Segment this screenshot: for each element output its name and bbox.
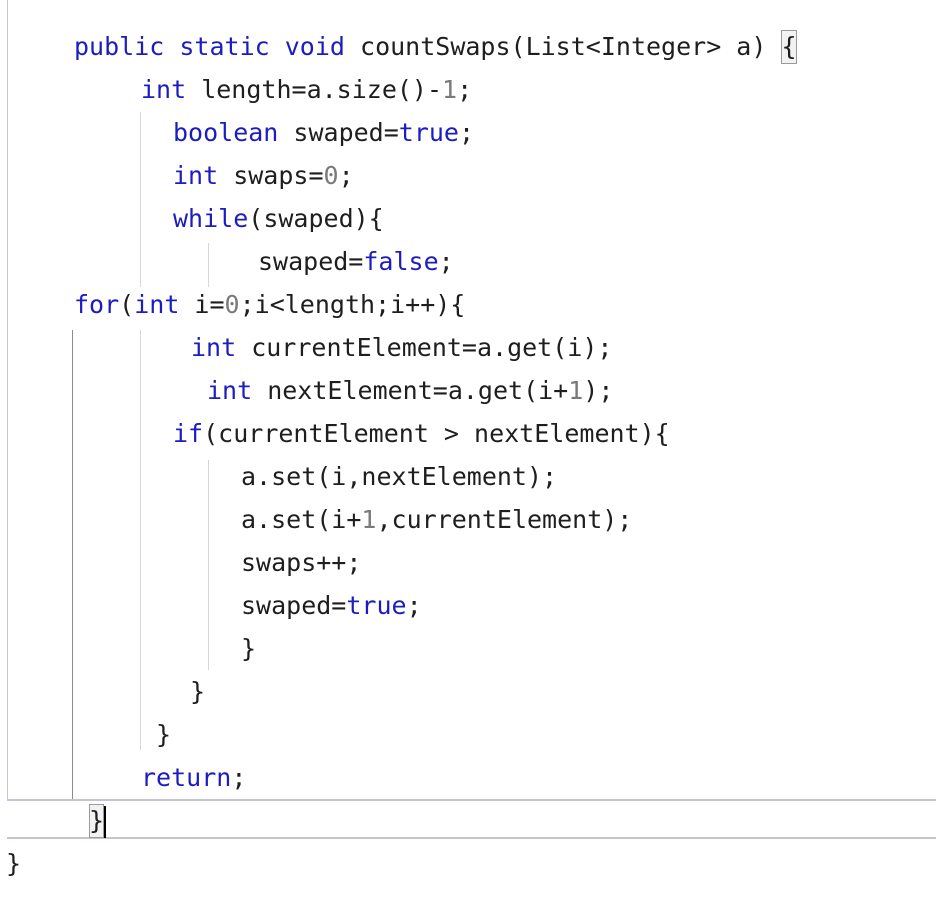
code-number: 1 — [361, 505, 377, 534]
code-text: (currentElement > nextElement){ — [203, 419, 670, 448]
current-line-highlight — [7, 799, 936, 839]
indent-guide — [140, 112, 141, 287]
code-line[interactable]: int length=a.size()-1; — [141, 73, 472, 107]
matched-brace: { — [781, 30, 797, 64]
code-text: a.set(i,nextElement); — [241, 462, 558, 491]
indent-guide — [208, 243, 209, 287]
code-keyword: static — [179, 32, 270, 61]
code-keyword: public — [74, 32, 165, 61]
code-number: 1 — [568, 376, 584, 405]
code-text: } — [6, 849, 22, 878]
code-text: ; — [438, 247, 454, 276]
code-text: swaps= — [218, 161, 324, 190]
code-keyword: void — [284, 32, 345, 61]
code-keyword: while — [173, 204, 249, 233]
code-text: ; — [457, 75, 473, 104]
code-text: swaped= — [241, 591, 347, 620]
code-line-current[interactable]: } — [89, 804, 105, 838]
code-text: } — [156, 720, 172, 749]
code-keyword: int — [207, 376, 253, 405]
code-text: ;i<length;i++){ — [239, 290, 466, 319]
code-keyword: int — [141, 75, 187, 104]
code-keyword: int — [173, 161, 219, 190]
code-number: 0 — [224, 290, 240, 319]
code-line[interactable]: } — [156, 718, 171, 752]
code-text: ; — [459, 118, 475, 147]
code-line[interactable]: return; — [141, 761, 246, 795]
code-text: countSwaps(List<Integer> a) — [344, 32, 782, 61]
code-line[interactable]: swaped=true; — [241, 589, 422, 623]
code-text: swaped= — [258, 247, 364, 276]
indent-guide — [140, 330, 141, 750]
code-keyword: boolean — [173, 118, 279, 147]
code-text: swaps++; — [241, 548, 362, 577]
gutter-border — [7, 0, 8, 800]
code-text: } — [241, 634, 257, 663]
code-number: 1 — [442, 75, 458, 104]
code-text: (swaped){ — [248, 204, 384, 233]
code-text: } — [190, 677, 206, 706]
code-text: ,currentElement); — [376, 505, 633, 534]
code-keyword: int — [134, 290, 180, 319]
code-line[interactable]: a.set(i,nextElement); — [241, 460, 557, 494]
code-keyword: return — [141, 763, 232, 792]
code-text: ; — [338, 161, 354, 190]
code-line[interactable]: } — [190, 675, 205, 709]
code-text: length=a.size()- — [186, 75, 443, 104]
text-caret — [104, 806, 106, 838]
code-keyword: true — [346, 591, 407, 620]
code-keyword: false — [363, 247, 439, 276]
code-line[interactable]: a.set(i+1,currentElement); — [241, 503, 632, 537]
code-line[interactable]: for(int i=0;i<length;i++){ — [74, 288, 465, 322]
code-line[interactable]: int currentElement=a.get(i); — [191, 331, 612, 365]
code-text: swaped= — [278, 118, 399, 147]
code-line[interactable]: if(currentElement > nextElement){ — [173, 417, 670, 451]
code-text: i= — [179, 290, 225, 319]
code-text: ( — [119, 290, 135, 319]
indent-guide — [208, 460, 209, 670]
code-text: ; — [231, 763, 247, 792]
code-text: a.set(i+ — [241, 505, 362, 534]
code-line[interactable]: int nextElement=a.get(i+1); — [207, 374, 613, 408]
code-line[interactable]: public static void countSwaps(List<Integ… — [74, 30, 797, 64]
code-line[interactable]: } — [6, 847, 21, 881]
code-text: currentElement=a.get(i); — [236, 333, 613, 362]
code-line[interactable]: swaped=false; — [258, 245, 454, 279]
code-line[interactable]: swaps++; — [241, 546, 361, 580]
code-line[interactable]: } — [241, 632, 256, 666]
code-line[interactable]: boolean swaped=true; — [173, 116, 474, 150]
code-editor[interactable]: public static void countSwaps(List<Integ… — [0, 0, 936, 908]
indent-guide — [72, 330, 73, 800]
code-keyword: if — [173, 419, 204, 448]
code-keyword: for — [74, 290, 120, 319]
code-text: nextElement=a.get(i+ — [252, 376, 569, 405]
code-number: 0 — [323, 161, 339, 190]
code-keyword: int — [191, 333, 237, 362]
code-keyword: true — [398, 118, 459, 147]
code-line[interactable]: while(swaped){ — [173, 202, 384, 236]
code-text: ; — [406, 591, 422, 620]
matched-brace: } — [89, 804, 105, 838]
code-text: ); — [583, 376, 614, 405]
code-line[interactable]: int swaps=0; — [173, 159, 354, 193]
